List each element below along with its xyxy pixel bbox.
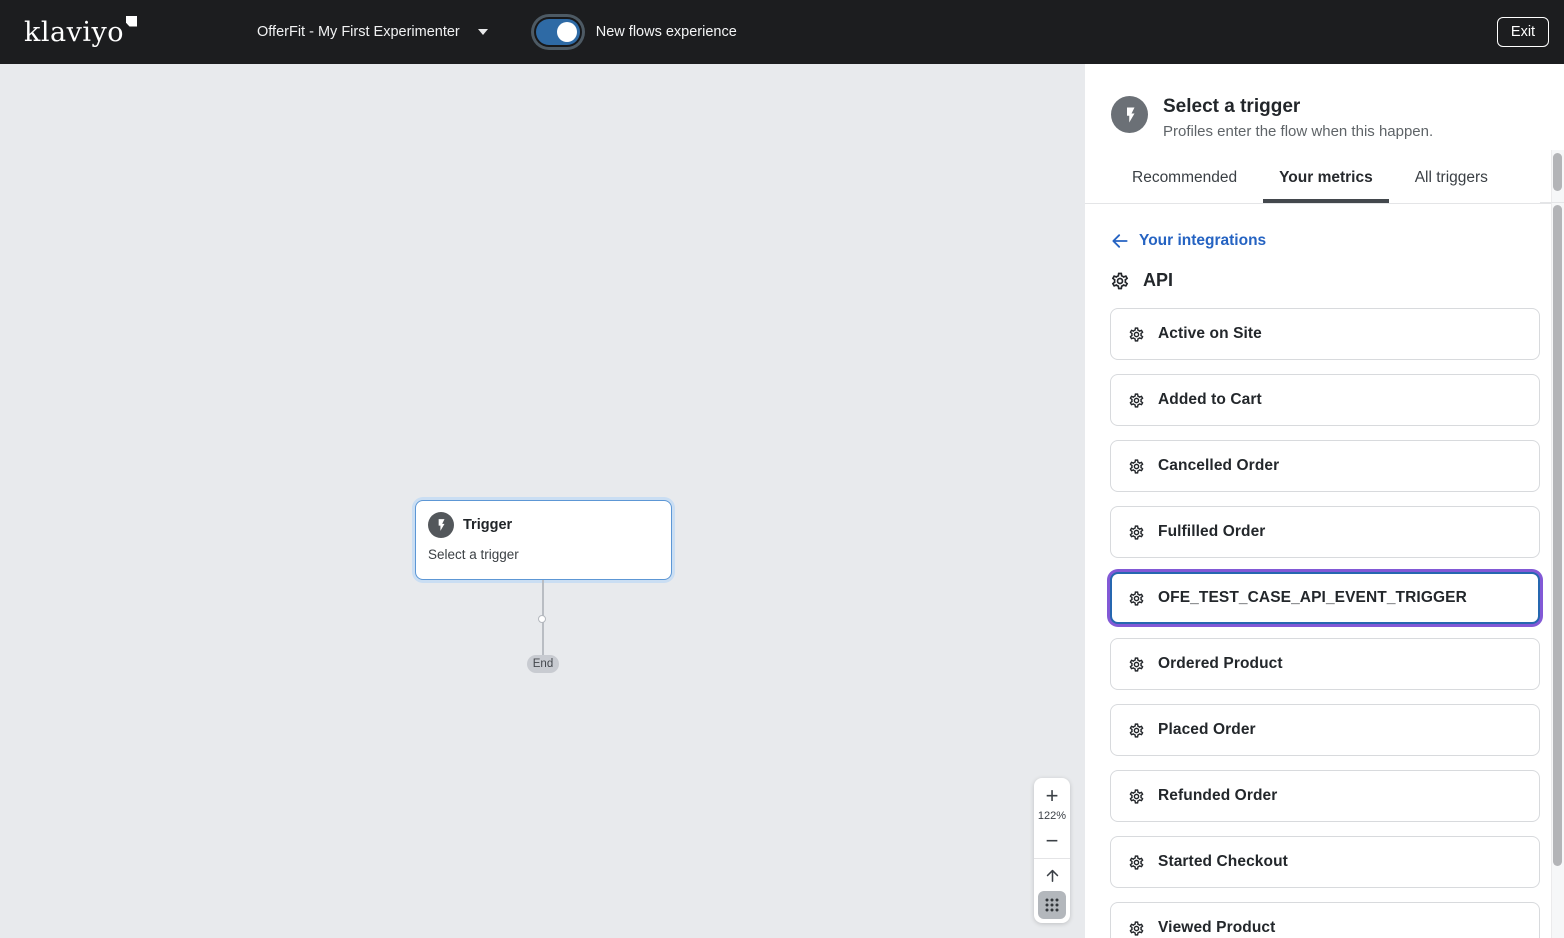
zoom-out-button[interactable]: −: [1034, 827, 1070, 855]
bolt-icon: [428, 512, 454, 538]
api-section-header: API: [1110, 270, 1540, 291]
trigger-node-subtitle: Select a trigger: [428, 547, 659, 562]
gear-icon: [1128, 392, 1145, 409]
klaviyo-flag-icon: [126, 16, 137, 27]
trigger-option-label: Cancelled Order: [1158, 457, 1279, 475]
trigger-node-title: Trigger: [463, 517, 512, 533]
gear-icon: [1110, 271, 1130, 291]
toolbar-divider: [1034, 858, 1070, 859]
trigger-option-label: Fulfilled Order: [1158, 523, 1265, 541]
gear-icon: [1128, 656, 1145, 673]
back-link-label: Your integrations: [1139, 232, 1266, 250]
grid-dots-icon: [1044, 897, 1060, 913]
trigger-option-refunded-order[interactable]: Refunded Order: [1110, 770, 1540, 822]
gear-icon: [1128, 590, 1145, 607]
app-header: klaviyo OfferFit - My First Experimenter…: [0, 0, 1564, 64]
gear-icon: [1128, 722, 1145, 739]
panel-header: Select a trigger Profiles enter the flow…: [1085, 64, 1564, 140]
canvas-zoom-toolbar: + 122% −: [1034, 778, 1070, 923]
gear-icon: [1128, 788, 1145, 805]
toggle-knob: [557, 22, 577, 42]
trigger-option-label: OFE_TEST_CASE_API_EVENT_TRIGGER: [1158, 589, 1467, 607]
back-to-integrations-link[interactable]: Your integrations: [1110, 231, 1266, 251]
trigger-option-label: Started Checkout: [1158, 853, 1288, 871]
new-flows-toggle-group: New flows experience: [536, 19, 737, 45]
gear-icon: [1128, 458, 1145, 475]
trigger-node[interactable]: Trigger Select a trigger: [415, 500, 672, 580]
trigger-option-added-to-cart[interactable]: Added to Cart: [1110, 374, 1540, 426]
trigger-options-list: Active on Site Added to Cart Cancelled O…: [1110, 308, 1540, 938]
gear-icon: [1128, 854, 1145, 871]
api-section-title: API: [1143, 270, 1173, 291]
gear-icon: [1128, 920, 1145, 937]
flow-name-label: OfferFit - My First Experimenter: [257, 24, 460, 40]
trigger-list-container: Your integrations API Active on Site Add…: [1085, 231, 1564, 938]
klaviyo-logo-text: klaviyo: [24, 17, 124, 48]
klaviyo-logo: klaviyo: [24, 17, 137, 48]
tab-your-metrics[interactable]: Your metrics: [1263, 156, 1389, 203]
trigger-option-label: Active on Site: [1158, 325, 1262, 343]
tab-all-triggers[interactable]: All triggers: [1399, 156, 1504, 203]
trigger-option-cancelled-order[interactable]: Cancelled Order: [1110, 440, 1540, 492]
trigger-tabs: Recommended Your metrics All triggers: [1085, 156, 1564, 204]
new-flows-toggle[interactable]: [536, 19, 580, 45]
tabs-divider-extension: [1540, 202, 1564, 203]
end-node: End: [527, 655, 559, 673]
exit-button[interactable]: Exit: [1497, 17, 1549, 47]
trigger-option-placed-order[interactable]: Placed Order: [1110, 704, 1540, 756]
trigger-option-label: Refunded Order: [1158, 787, 1277, 805]
panel-subtitle: Profiles enter the flow when this happen…: [1163, 123, 1433, 140]
trigger-option-started-checkout[interactable]: Started Checkout: [1110, 836, 1540, 888]
list-scrollbar-thumb[interactable]: [1553, 205, 1562, 866]
gear-icon: [1128, 326, 1145, 343]
flow-canvas[interactable]: Trigger Select a trigger End + 122% −: [0, 64, 1085, 938]
zoom-in-button[interactable]: +: [1034, 782, 1070, 810]
gear-icon: [1128, 524, 1145, 541]
minimap-toggle-button[interactable]: [1038, 891, 1066, 919]
trigger-option-label: Viewed Product: [1158, 919, 1275, 937]
up-arrow-icon: [1044, 867, 1061, 884]
chevron-down-icon: [478, 29, 488, 35]
trigger-option-label: Added to Cart: [1158, 391, 1262, 409]
pan-up-button[interactable]: [1034, 862, 1070, 888]
trigger-option-fulfilled-order[interactable]: Fulfilled Order: [1110, 506, 1540, 558]
add-step-dot[interactable]: [538, 615, 546, 623]
trigger-selection-panel: Select a trigger Profiles enter the flow…: [1085, 64, 1564, 938]
bolt-icon: [1111, 96, 1148, 133]
new-flows-toggle-label: New flows experience: [596, 24, 737, 40]
tab-recommended[interactable]: Recommended: [1116, 156, 1253, 203]
arrow-left-icon: [1110, 231, 1130, 251]
trigger-option-label: Placed Order: [1158, 721, 1256, 739]
trigger-option-active-on-site[interactable]: Active on Site: [1110, 308, 1540, 360]
zoom-level: 122%: [1038, 810, 1066, 827]
panel-scrollbar-thumb[interactable]: [1553, 153, 1562, 191]
trigger-option-ofe-test-case[interactable]: OFE_TEST_CASE_API_EVENT_TRIGGER: [1110, 572, 1540, 624]
panel-title: Select a trigger: [1163, 96, 1433, 118]
trigger-option-label: Ordered Product: [1158, 655, 1283, 673]
trigger-option-ordered-product[interactable]: Ordered Product: [1110, 638, 1540, 690]
trigger-option-viewed-product[interactable]: Viewed Product: [1110, 902, 1540, 938]
flow-name-selector[interactable]: OfferFit - My First Experimenter: [257, 24, 488, 40]
